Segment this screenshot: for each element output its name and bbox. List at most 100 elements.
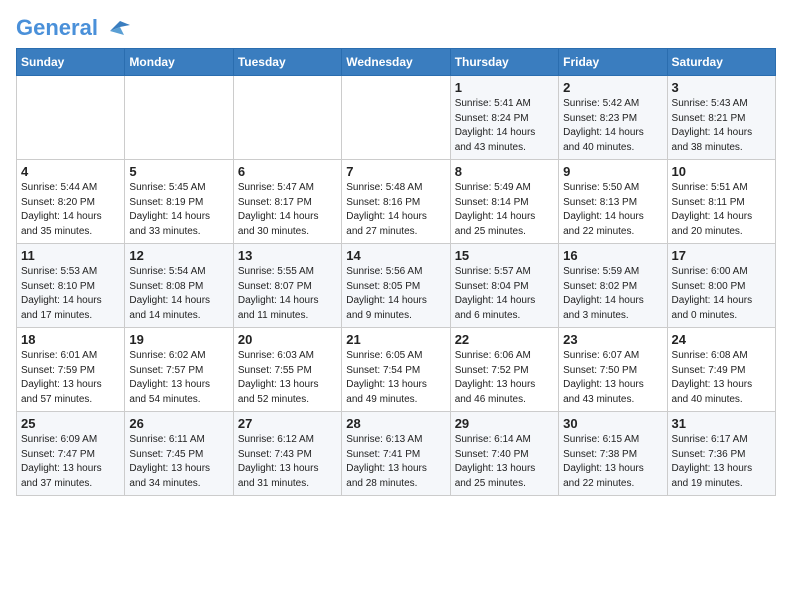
day-number: 28 — [346, 416, 445, 431]
day-info: Sunrise: 6:02 AM Sunset: 7:57 PM Dayligh… — [129, 349, 228, 407]
day-info: Sunrise: 6:14 AM Sunset: 7:40 PM Dayligh… — [455, 433, 554, 491]
calendar-cell: 7 Sunrise: 5:48 AM Sunset: 8:16 PM Daylig… — [342, 160, 450, 244]
day-info: Sunrise: 5:44 AM Sunset: 8:20 PM Dayligh… — [21, 181, 120, 239]
calendar-cell: 22 Sunrise: 6:06 AM Sunset: 7:52 PM Dayli… — [450, 328, 558, 412]
day-info: Sunrise: 5:45 AM Sunset: 8:19 PM Dayligh… — [129, 181, 228, 239]
calendar-header-monday: Monday — [125, 49, 233, 76]
day-info: Sunrise: 6:15 AM Sunset: 7:38 PM Dayligh… — [563, 433, 662, 491]
calendar-table: SundayMondayTuesdayWednesdayThursdayFrid… — [16, 48, 776, 496]
calendar-cell: 10Sunrise: 5:51 AM Sunset: 8:11 PM Dayli… — [667, 160, 775, 244]
calendar-week-row: 4 Sunrise: 5:44 AM Sunset: 8:20 PM Daylig… — [17, 160, 776, 244]
calendar-cell: 13 Sunrise: 5:55 AM Sunset: 8:07 PM Dayli… — [233, 244, 341, 328]
day-number: 24 — [672, 332, 771, 347]
day-number: 20 — [238, 332, 337, 347]
calendar-cell: 9 Sunrise: 5:50 AM Sunset: 8:13 PM Daylig… — [559, 160, 667, 244]
day-info: Sunrise: 6:07 AM Sunset: 7:50 PM Dayligh… — [563, 349, 662, 407]
day-number: 9 — [563, 164, 662, 179]
calendar-cell: 2Sunrise: 5:42 AM Sunset: 8:23 PM Daylig… — [559, 76, 667, 160]
calendar-cell: 20 Sunrise: 6:03 AM Sunset: 7:55 PM Dayli… — [233, 328, 341, 412]
day-info: Sunrise: 5:50 AM Sunset: 8:13 PM Dayligh… — [563, 181, 662, 239]
day-number: 22 — [455, 332, 554, 347]
day-info: Sunrise: 6:09 AM Sunset: 7:47 PM Dayligh… — [21, 433, 120, 491]
logo-text: General — [16, 16, 98, 40]
calendar-cell: 5 Sunrise: 5:45 AM Sunset: 8:19 PM Daylig… — [125, 160, 233, 244]
day-number: 15 — [455, 248, 554, 263]
calendar-cell: 19 Sunrise: 6:02 AM Sunset: 7:57 PM Dayli… — [125, 328, 233, 412]
calendar-cell: 24 Sunrise: 6:08 AM Sunset: 7:49 PM Dayli… — [667, 328, 775, 412]
calendar-header-row: SundayMondayTuesdayWednesdayThursdayFrid… — [17, 49, 776, 76]
calendar-cell — [342, 76, 450, 160]
day-number: 19 — [129, 332, 228, 347]
day-info: Sunrise: 5:53 AM Sunset: 8:10 PM Dayligh… — [21, 265, 120, 323]
calendar-header-tuesday: Tuesday — [233, 49, 341, 76]
calendar-cell: 6Sunrise: 5:47 AM Sunset: 8:17 PM Daylig… — [233, 160, 341, 244]
calendar-cell: 15 Sunrise: 5:57 AM Sunset: 8:04 PM Dayli… — [450, 244, 558, 328]
day-number: 16 — [563, 248, 662, 263]
day-info: Sunrise: 5:57 AM Sunset: 8:04 PM Dayligh… — [455, 265, 554, 323]
calendar-cell: 8Sunrise: 5:49 AM Sunset: 8:14 PM Daylig… — [450, 160, 558, 244]
day-number: 25 — [21, 416, 120, 431]
day-number: 26 — [129, 416, 228, 431]
day-info: Sunrise: 6:01 AM Sunset: 7:59 PM Dayligh… — [21, 349, 120, 407]
calendar-cell: 31 Sunrise: 6:17 AM Sunset: 7:36 PM Dayli… — [667, 412, 775, 496]
day-info: Sunrise: 6:06 AM Sunset: 7:52 PM Dayligh… — [455, 349, 554, 407]
day-info: Sunrise: 6:03 AM Sunset: 7:55 PM Dayligh… — [238, 349, 337, 407]
calendar-cell: 30Sunrise: 6:15 AM Sunset: 7:38 PM Dayli… — [559, 412, 667, 496]
day-number: 23 — [563, 332, 662, 347]
day-number: 1 — [455, 80, 554, 95]
calendar-cell: 26Sunrise: 6:11 AM Sunset: 7:45 PM Dayli… — [125, 412, 233, 496]
day-number: 10 — [672, 164, 771, 179]
day-number: 12 — [129, 248, 228, 263]
calendar-week-row: 1Sunrise: 5:41 AM Sunset: 8:24 PM Daylig… — [17, 76, 776, 160]
logo: General — [16, 16, 132, 40]
calendar-cell: 17 Sunrise: 6:00 AM Sunset: 8:00 PM Dayli… — [667, 244, 775, 328]
day-info: Sunrise: 5:59 AM Sunset: 8:02 PM Dayligh… — [563, 265, 662, 323]
day-info: Sunrise: 6:12 AM Sunset: 7:43 PM Dayligh… — [238, 433, 337, 491]
calendar-cell: 11 Sunrise: 5:53 AM Sunset: 8:10 PM Dayli… — [17, 244, 125, 328]
day-number: 13 — [238, 248, 337, 263]
calendar-cell: 4 Sunrise: 5:44 AM Sunset: 8:20 PM Daylig… — [17, 160, 125, 244]
day-info: Sunrise: 5:56 AM Sunset: 8:05 PM Dayligh… — [346, 265, 445, 323]
calendar-header-friday: Friday — [559, 49, 667, 76]
calendar-header-saturday: Saturday — [667, 49, 775, 76]
logo-bird-icon — [102, 17, 132, 39]
day-number: 18 — [21, 332, 120, 347]
calendar-body: 1Sunrise: 5:41 AM Sunset: 8:24 PM Daylig… — [17, 76, 776, 496]
calendar-cell: 14 Sunrise: 5:56 AM Sunset: 8:05 PM Dayli… — [342, 244, 450, 328]
calendar-cell: 27 Sunrise: 6:12 AM Sunset: 7:43 PM Dayli… — [233, 412, 341, 496]
calendar-cell: 1Sunrise: 5:41 AM Sunset: 8:24 PM Daylig… — [450, 76, 558, 160]
calendar-header-thursday: Thursday — [450, 49, 558, 76]
day-number: 4 — [21, 164, 120, 179]
day-number: 17 — [672, 248, 771, 263]
day-number: 3 — [672, 80, 771, 95]
calendar-cell — [17, 76, 125, 160]
calendar-cell: 28 Sunrise: 6:13 AM Sunset: 7:41 PM Dayli… — [342, 412, 450, 496]
day-number: 14 — [346, 248, 445, 263]
calendar-cell: 25 Sunrise: 6:09 AM Sunset: 7:47 PM Dayli… — [17, 412, 125, 496]
day-info: Sunrise: 5:55 AM Sunset: 8:07 PM Dayligh… — [238, 265, 337, 323]
day-info: Sunrise: 5:48 AM Sunset: 8:16 PM Dayligh… — [346, 181, 445, 239]
day-number: 5 — [129, 164, 228, 179]
day-info: Sunrise: 5:54 AM Sunset: 8:08 PM Dayligh… — [129, 265, 228, 323]
calendar-cell: 3Sunrise: 5:43 AM Sunset: 8:21 PM Daylig… — [667, 76, 775, 160]
day-info: Sunrise: 6:17 AM Sunset: 7:36 PM Dayligh… — [672, 433, 771, 491]
day-number: 7 — [346, 164, 445, 179]
day-number: 21 — [346, 332, 445, 347]
day-number: 2 — [563, 80, 662, 95]
day-info: Sunrise: 6:05 AM Sunset: 7:54 PM Dayligh… — [346, 349, 445, 407]
day-number: 8 — [455, 164, 554, 179]
day-info: Sunrise: 5:47 AM Sunset: 8:17 PM Dayligh… — [238, 181, 337, 239]
calendar-week-row: 18 Sunrise: 6:01 AM Sunset: 7:59 PM Dayli… — [17, 328, 776, 412]
day-number: 27 — [238, 416, 337, 431]
day-number: 31 — [672, 416, 771, 431]
calendar-cell: 16 Sunrise: 5:59 AM Sunset: 8:02 PM Dayli… — [559, 244, 667, 328]
calendar-header-sunday: Sunday — [17, 49, 125, 76]
calendar-cell — [125, 76, 233, 160]
day-info: Sunrise: 6:13 AM Sunset: 7:41 PM Dayligh… — [346, 433, 445, 491]
calendar-cell: 21 Sunrise: 6:05 AM Sunset: 7:54 PM Dayli… — [342, 328, 450, 412]
calendar-cell: 18 Sunrise: 6:01 AM Sunset: 7:59 PM Dayli… — [17, 328, 125, 412]
day-info: Sunrise: 6:08 AM Sunset: 7:49 PM Dayligh… — [672, 349, 771, 407]
page-header: General — [16, 16, 776, 40]
day-number: 11 — [21, 248, 120, 263]
day-info: Sunrise: 6:00 AM Sunset: 8:00 PM Dayligh… — [672, 265, 771, 323]
